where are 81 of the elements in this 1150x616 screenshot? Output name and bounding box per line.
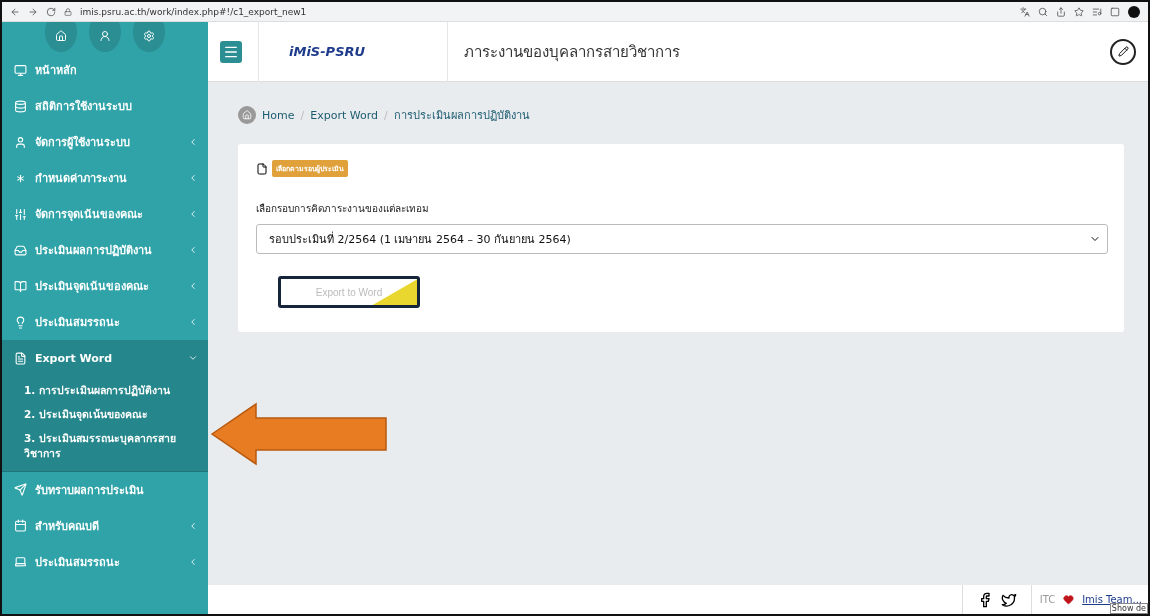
reload-icon[interactable] <box>46 6 56 17</box>
sidebar-item[interactable]: กำหนดค่าภาระงาน <box>2 160 208 196</box>
user-icon <box>14 135 27 149</box>
sidebar-item[interactable]: ประเมินสมรรถนะ <box>2 543 208 580</box>
share-icon[interactable] <box>1056 6 1066 17</box>
sidebar-label: Export Word <box>35 351 114 365</box>
sidebar-label: สถิติการใช้งานระบบ <box>35 98 133 115</box>
paper-plane-icon <box>14 483 27 497</box>
lightbulb-icon <box>14 315 27 329</box>
laptop-icon <box>14 555 27 569</box>
submenu-item[interactable]: 3. ประเมินสมรรถนะบุคลากรสายวิชาการ <box>2 426 208 465</box>
breadcrumb-separator: / <box>300 108 305 122</box>
sidebar-label: ประเมินผลการปฏิบัติงาน <box>35 243 153 259</box>
breadcrumb-link[interactable]: Export Word <box>310 108 378 122</box>
sidebar-item[interactable]: ประเมินผลการปฏิบัติงาน <box>2 232 208 268</box>
star-icon[interactable] <box>1074 6 1084 17</box>
credit-text: ITC <box>1039 594 1056 605</box>
back-icon[interactable] <box>10 6 20 17</box>
monitor-icon <box>14 63 27 77</box>
sidebar-label: กำหนดค่าภาระงาน <box>35 171 128 187</box>
sidebar-item[interactable]: จัดการผู้ใช้งานระบบ <box>2 124 208 160</box>
pencil-icon <box>1117 46 1129 57</box>
team-link[interactable]: Imis Team... <box>1082 594 1142 605</box>
tooltip: Show de <box>1109 603 1148 614</box>
lock-icon <box>64 7 72 16</box>
breadcrumb-link[interactable]: Home <box>262 108 295 122</box>
page-title: ภาระงานของบุคลากรสายวิชาการ <box>463 41 681 64</box>
home-icon[interactable] <box>45 22 77 52</box>
sidebar-item[interactable]: จัดการจุดเน้นของคณะ <box>2 196 208 232</box>
sidebar-label: ประเมินจุดเน้นของคณะ <box>35 279 150 295</box>
document-icon <box>14 351 27 365</box>
sidebar-item[interactable]: หน้าหลัก <box>2 52 208 88</box>
tray-icon <box>14 243 27 257</box>
export-button[interactable]: Export to Word <box>278 276 420 308</box>
sidebar-label: จัดการจุดเน้นของคณะ <box>35 207 144 223</box>
logo: iMiS-PSRU <box>258 21 448 82</box>
arrow-icon <box>210 402 390 466</box>
menu-button[interactable] <box>220 40 242 63</box>
submenu-item[interactable]: 2. ประเมินจุดเน้นของคณะ <box>2 402 208 427</box>
avatar-icon[interactable] <box>1128 5 1140 18</box>
zoom-icon[interactable] <box>1038 6 1048 17</box>
square-icon[interactable] <box>1110 6 1120 17</box>
chevron-left-icon <box>188 137 198 147</box>
chevron-left-icon <box>188 209 198 219</box>
field-label: เลือกรอบการคิดภาระงานของแต่ละเทอม <box>256 202 430 216</box>
forward-icon[interactable] <box>28 6 38 17</box>
chevron-down-icon <box>188 353 198 363</box>
chevron-left-icon <box>188 245 198 255</box>
user-icon[interactable] <box>89 22 121 52</box>
sidebar-item[interactable]: ประเมินสมรรถนะ <box>2 304 208 340</box>
sidebar-label: จัดการผู้ใช้งานระบบ <box>35 134 131 151</box>
chevron-left-icon <box>188 520 198 531</box>
sidebar-label: ประเมินสมรรถนะ <box>35 315 121 331</box>
breadcrumb-separator: / <box>384 108 388 122</box>
edit-button[interactable] <box>1110 38 1136 65</box>
sidebar-item[interactable]: รับทราบผลการประเมิน <box>2 471 208 508</box>
breadcrumb-link[interactable]: การประเมินผลการปฏิบัติงาน <box>393 106 530 124</box>
heart-icon <box>1063 594 1075 605</box>
chevron-left-icon <box>188 173 198 183</box>
home-icon[interactable] <box>238 106 256 124</box>
book-icon <box>14 279 27 293</box>
document-icon <box>256 162 268 175</box>
sidebar-label: สำหรับคณบดี <box>35 518 100 535</box>
sidebar-label: ประเมินสมรรถนะ <box>35 554 121 571</box>
sidebar-label: รับทราบผลการประเมิน <box>35 482 145 499</box>
list-icon[interactable] <box>1092 6 1102 17</box>
chevron-left-icon <box>188 281 198 291</box>
sidebar-label: หน้าหลัก <box>35 63 78 79</box>
sidebar-item[interactable]: สถิติการใช้งานระบบ <box>2 88 208 124</box>
sliders-icon <box>14 207 27 221</box>
submenu-item[interactable]: 1. การประเมินผลการปฏิบัติงาน <box>2 378 208 403</box>
twitter-icon[interactable] <box>1000 591 1017 608</box>
sidebar-item[interactable]: ประเมินจุดเน้นของคณะ <box>2 268 208 304</box>
chevron-left-icon <box>188 317 198 327</box>
calendar-icon <box>14 519 27 533</box>
sidebar-item[interactable]: สำหรับคณบดี <box>2 507 208 544</box>
translate-icon[interactable] <box>1020 6 1030 17</box>
database-icon <box>14 99 27 113</box>
period-select[interactable]: รอบประเมินที่ 2/2564 (1 เมษายน 2564 – 30 กันยายน 2564) <box>256 224 1108 254</box>
sidebar-item[interactable]: Export Word <box>2 340 208 376</box>
chevron-left-icon <box>188 556 198 567</box>
